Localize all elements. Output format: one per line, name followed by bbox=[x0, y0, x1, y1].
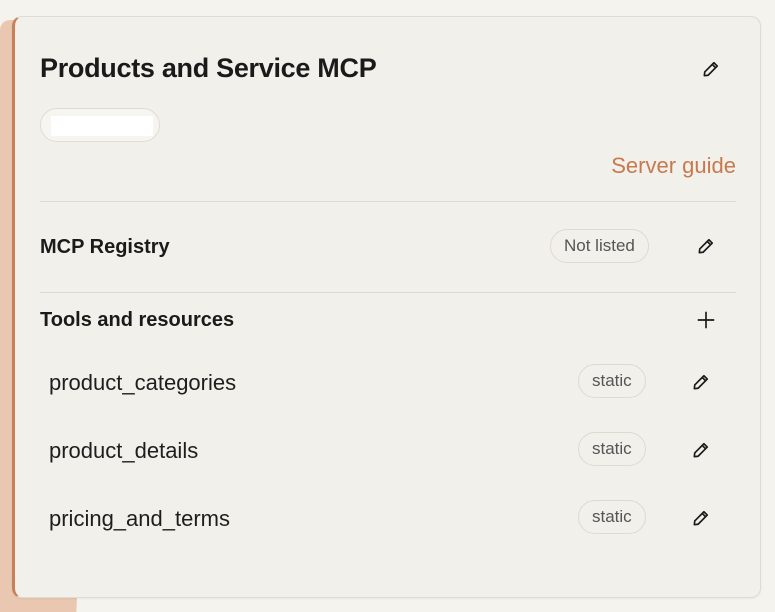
tool-name[interactable]: pricing_and_terms bbox=[49, 506, 230, 532]
edit-tool-button[interactable] bbox=[691, 508, 711, 528]
edit-tool-button[interactable] bbox=[691, 372, 711, 392]
tool-type-badge: static bbox=[578, 500, 646, 534]
tool-name[interactable]: product_categories bbox=[49, 370, 236, 396]
tool-type-badge: static bbox=[578, 432, 646, 466]
registry-label: MCP Registry bbox=[40, 236, 170, 258]
tool-name[interactable]: product_details bbox=[49, 438, 198, 464]
tool-type-badge: static bbox=[578, 364, 646, 398]
divider bbox=[40, 292, 736, 293]
server-guide-link[interactable]: Server guide bbox=[611, 153, 736, 179]
pencil-icon bbox=[693, 374, 709, 390]
mcp-server-card: Products and Service MCP Server guide MC… bbox=[12, 16, 761, 598]
pencil-icon bbox=[703, 61, 719, 77]
pencil-icon bbox=[693, 442, 709, 458]
stage: Products and Service MCP Server guide MC… bbox=[0, 0, 775, 612]
edit-tool-button[interactable] bbox=[691, 440, 711, 460]
pencil-icon bbox=[698, 238, 714, 254]
redacted-tag-content bbox=[51, 116, 153, 136]
edit-registry-button[interactable] bbox=[696, 236, 716, 256]
edit-title-button[interactable] bbox=[701, 59, 721, 79]
server-title: Products and Service MCP bbox=[40, 53, 377, 83]
registry-status-badge: Not listed bbox=[550, 229, 649, 263]
divider bbox=[40, 201, 736, 202]
plus-icon bbox=[697, 311, 715, 329]
server-tag-pill[interactable] bbox=[40, 108, 160, 142]
add-tool-button[interactable] bbox=[695, 309, 717, 331]
tools-section-label: Tools and resources bbox=[40, 309, 235, 331]
pencil-icon bbox=[693, 510, 709, 526]
